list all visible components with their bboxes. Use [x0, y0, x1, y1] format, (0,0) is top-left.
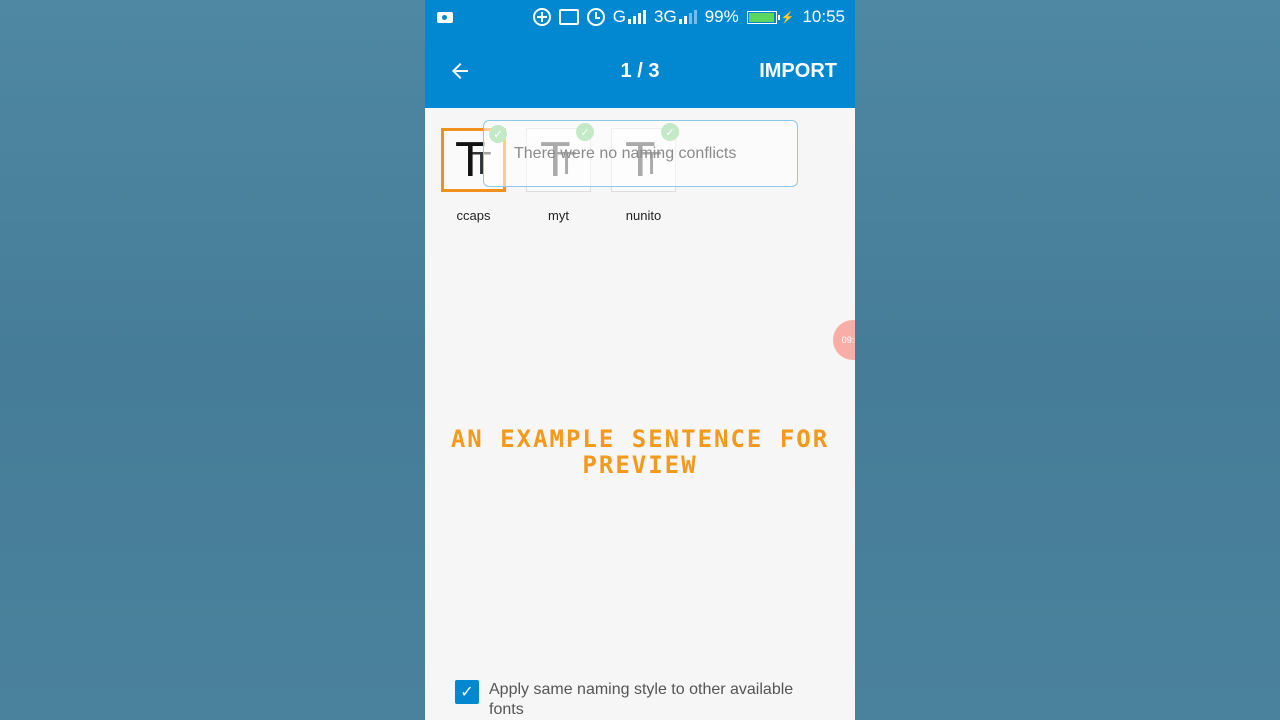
checkmark-icon: ✓	[460, 684, 474, 701]
status-bar: G 3G 99% ⚡ 10:55	[425, 0, 855, 34]
app-bar: 1 / 3 IMPORT	[425, 34, 855, 108]
battery-icon	[746, 10, 780, 24]
alarm-icon	[586, 8, 605, 26]
video-camera-icon	[437, 11, 453, 23]
phone-screen: G 3G 99% ⚡ 10:55 1 / 3 IMPORT TT ✓ cc	[425, 0, 855, 720]
data-saver-icon	[532, 8, 551, 26]
background-left	[0, 0, 425, 720]
charging-icon: ⚡	[780, 11, 795, 24]
font-label: nunito	[625, 208, 662, 223]
network-3g-label: 3G	[654, 7, 677, 26]
battery-percent: 99%	[704, 7, 739, 26]
signal-icon	[628, 10, 647, 24]
background-right	[855, 0, 1280, 720]
preview-sentence: An example sentence for preview	[450, 425, 830, 479]
back-button[interactable]	[445, 56, 475, 86]
font-label: myt	[548, 208, 569, 223]
timer-bubble[interactable]: 09:56	[833, 320, 855, 360]
arrow-left-icon	[452, 63, 468, 79]
clock: 10:55	[802, 7, 845, 26]
network-g-label: G	[612, 7, 627, 26]
apply-checkbox[interactable]: ✓	[455, 680, 479, 704]
import-button[interactable]: IMPORT	[759, 60, 837, 83]
main-content: TT ✓ ccaps TT ✓ myt TT ✓ nunito Ther	[425, 108, 855, 720]
toast-message: There were no naming conflicts	[483, 120, 798, 187]
apply-naming-option[interactable]: ✓ Apply same naming style to other avail…	[455, 680, 809, 720]
font-label: ccaps	[456, 208, 491, 223]
apply-label: Apply same naming style to other availab…	[489, 681, 794, 718]
signal-3g-icon	[678, 10, 697, 24]
cast-icon	[558, 9, 579, 25]
